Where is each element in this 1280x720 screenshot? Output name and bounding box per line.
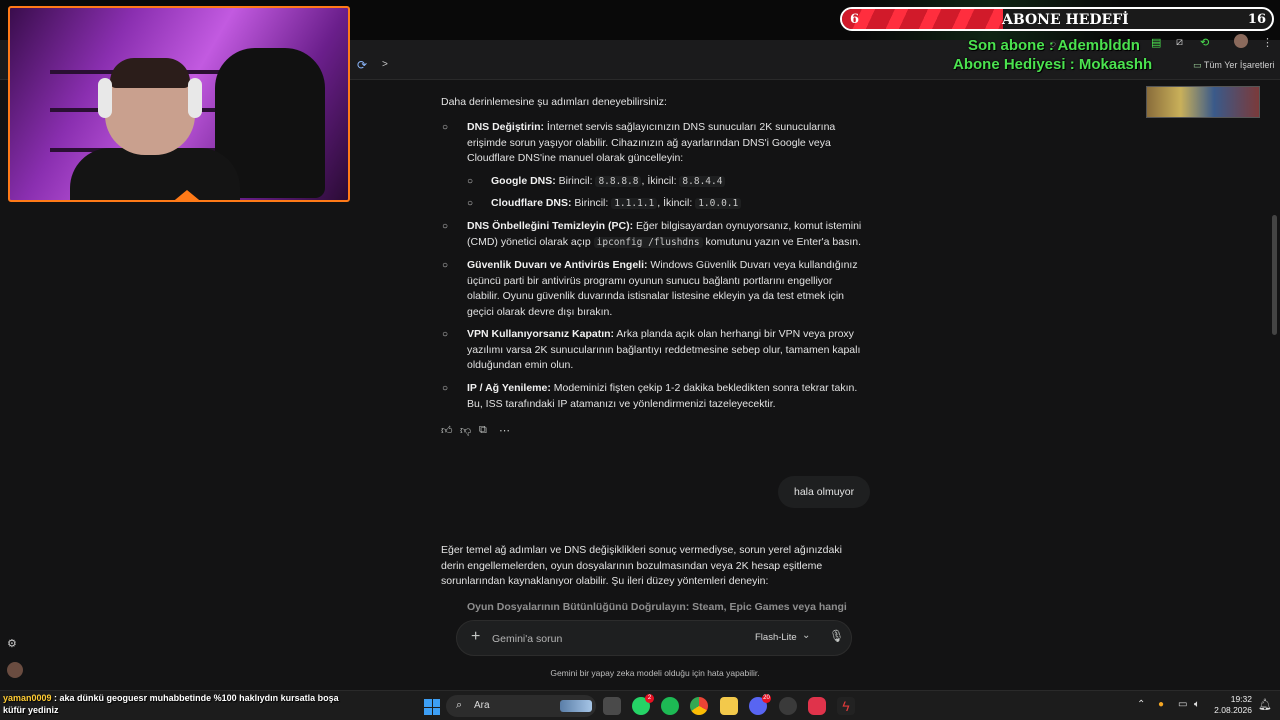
app-icon[interactable] [808,697,826,715]
whatsapp-badge: 2 [645,694,654,703]
dns-secondary-code: 1.0.0.1 [695,198,742,209]
thumbs-up-icon[interactable]: 👍︎ [441,424,453,437]
dns-primary-code: 1.1.1.1 [611,198,658,209]
subscriber-goal-progress [842,9,1004,29]
bullet-title: Güvenlik Duvarı ve Antivirüs Engeli: [467,259,648,271]
dns-label: Birincil: [555,175,593,187]
plus-icon[interactable]: + [471,628,480,646]
list-item: ○ Google DNS: Birincil: 8.8.8.8, İkincil… [467,174,891,190]
date: 2.08.2026 [1214,705,1252,715]
avatar [7,662,23,678]
chrome-icon[interactable] [690,697,708,715]
spotify-icon[interactable] [661,697,679,715]
bookmarks-label: Tüm Yer İşaretleri [1203,60,1275,70]
command-code: ipconfig /flushdns [593,236,703,248]
bullet-title: DNS Önbelleğini Temizleyin (PC): [467,220,634,232]
bullet-icon: ○ [442,260,449,271]
list-item: ○ Güvenlik Duvarı ve Antivirüs Engeli: W… [442,258,865,320]
list-item: ○ Cloudflare DNS: Birincil: 1.1.1.1, İki… [467,196,891,212]
steam-icon[interactable] [779,697,797,715]
subscriber-goal-bar: 6 ABONE HEDEFİ 16 [840,7,1274,31]
time: 19:32 [1230,694,1252,704]
conversation: Daha derinlemesine şu adımları deneyebil… [441,82,871,622]
folder-icon: ▭ [1193,60,1202,70]
bullet-icon: ○ [442,383,449,394]
extension-icon[interactable]: ⧄ [1176,36,1183,49]
settings-icon[interactable]: ⚙ [7,637,17,650]
chat-overlay-message: yaman0009 : aka dünkü geoguesr muhabbeti… [3,692,343,716]
response-intro: Daha derinlemesine şu adımları deneyebil… [441,96,667,108]
file-explorer-icon[interactable] [720,697,738,715]
discord-badge: 20 [762,694,771,703]
dns-label: Birincil: [571,197,609,209]
user-message: hala olmuyor [778,476,871,508]
dns-primary-code: 8.8.8.8 [595,176,642,187]
chevron-up-icon[interactable]: ⌃ [1137,699,1145,710]
prompt-input[interactable] [492,631,692,647]
bullet-icon: ○ [442,122,449,133]
menu-icon[interactable]: ⋮ [1262,36,1273,49]
extension-icon[interactable]: ⟲ [1200,36,1209,49]
dns-label: , İkincil: [641,175,677,187]
bullet-title: VPN Kullanıyorsanız Kapatın: [467,328,615,340]
whatsapp-icon[interactable]: 2 [632,694,654,715]
mic-tray-icon[interactable]: ● [1158,699,1164,710]
dns-name: Google DNS: [491,175,556,187]
list-item: ○ IP / Ağ Yenileme: Modeminizi fişten çe… [442,381,869,412]
notification-icon[interactable]: 🔔︎ [1258,698,1272,711]
search-label: Ara [474,700,490,711]
network-icon[interactable]: ▭ [1178,699,1187,710]
bullet-icon: ○ [467,176,474,187]
dns-label: , İkincil: [657,197,693,209]
screen: ⟳ > ◌ ▤ ⧄ ⟲ ⋮ ▭ Tüm Yer İşaretleri Daha … [0,0,1280,720]
sync-icon[interactable]: ⟳ [357,58,367,72]
clock[interactable]: 19:32 2.08.2026 [1212,694,1252,716]
discord-icon[interactable]: 20 [749,694,771,715]
webcam-feed [8,6,350,202]
search-highlight-image [560,700,592,712]
subscriber-count: 6 [850,12,860,27]
bullet-icon: ○ [467,198,474,209]
sub-gift: Abone Hediyesi : Mokaashh [953,56,1153,73]
chat-username: yaman0009 [3,693,52,703]
taskbar-search[interactable]: ⌕ Ara [446,695,596,717]
prompt-composer: + Flash-Lite ⌄ 🎙︎ [456,620,852,656]
all-bookmarks-button[interactable]: ▭ Tüm Yer İşaretleri [1193,60,1274,71]
search-icon: ⌕ [456,699,463,711]
bullet-title: IP / Ağ Yenileme: [467,382,551,394]
bullet-title: DNS Değiştirin: [467,121,545,133]
list-item: ○ DNS Önbelleğini Temizleyin (PC): Eğer … [442,219,867,250]
model-selector[interactable]: Flash-Lite [755,632,797,643]
start-button[interactable] [424,699,440,715]
list-item: ○ DNS Değiştirin: İnternet servis sağlay… [442,120,862,167]
list-item: ○ Oyun Dosyalarının Bütünlüğünü Doğrulay… [467,600,867,615]
last-subscriber: Son abone : Ademblddn [968,37,1140,54]
profile-avatar[interactable] [1234,34,1248,48]
task-view-icon[interactable] [603,697,621,715]
bullet-icon: ○ [442,221,449,232]
bullet-text: komutunu yazın ve Enter'a basın. [702,235,862,248]
chat-text: : aka dünkü geoguesr muhabbetinde %100 h… [3,693,339,715]
scrollbar[interactable] [1272,215,1277,335]
bullet-icon: ○ [442,329,449,340]
app-icon[interactable]: ϟ [837,697,855,715]
extension-icon[interactable]: ▤ [1151,36,1161,49]
response-intro: Eğer temel ağ adımları ve DNS değişiklik… [441,544,842,587]
dns-secondary-code: 8.8.4.4 [679,176,726,187]
list-item: ○ VPN Kullanıyorsanız Kapatın: Arka plan… [442,327,862,374]
copy-icon[interactable]: ⧉ [479,424,487,437]
forward-icon[interactable]: > [382,59,388,70]
volume-icon[interactable]: 🔈︎ [1194,699,1200,710]
chevron-down-icon[interactable]: ⌄ [802,630,810,641]
game-thumbnail [1146,86,1260,118]
subscriber-goal-title: ABONE HEDEFİ [1002,12,1129,28]
subscriber-goal-target: 16 [1247,12,1266,27]
bullet-text: Oyun Dosyalarının Bütünlüğünü Doğrulayın… [467,601,847,613]
dns-name: Cloudflare DNS: [491,197,572,209]
thumbs-down-icon[interactable]: 👎︎ [460,424,471,437]
more-icon[interactable]: ⋯ [499,424,510,437]
mic-icon[interactable]: 🎙︎ [829,629,844,643]
disclaimer: Gemini bir yapay zeka modeli olduğu için… [550,668,760,678]
